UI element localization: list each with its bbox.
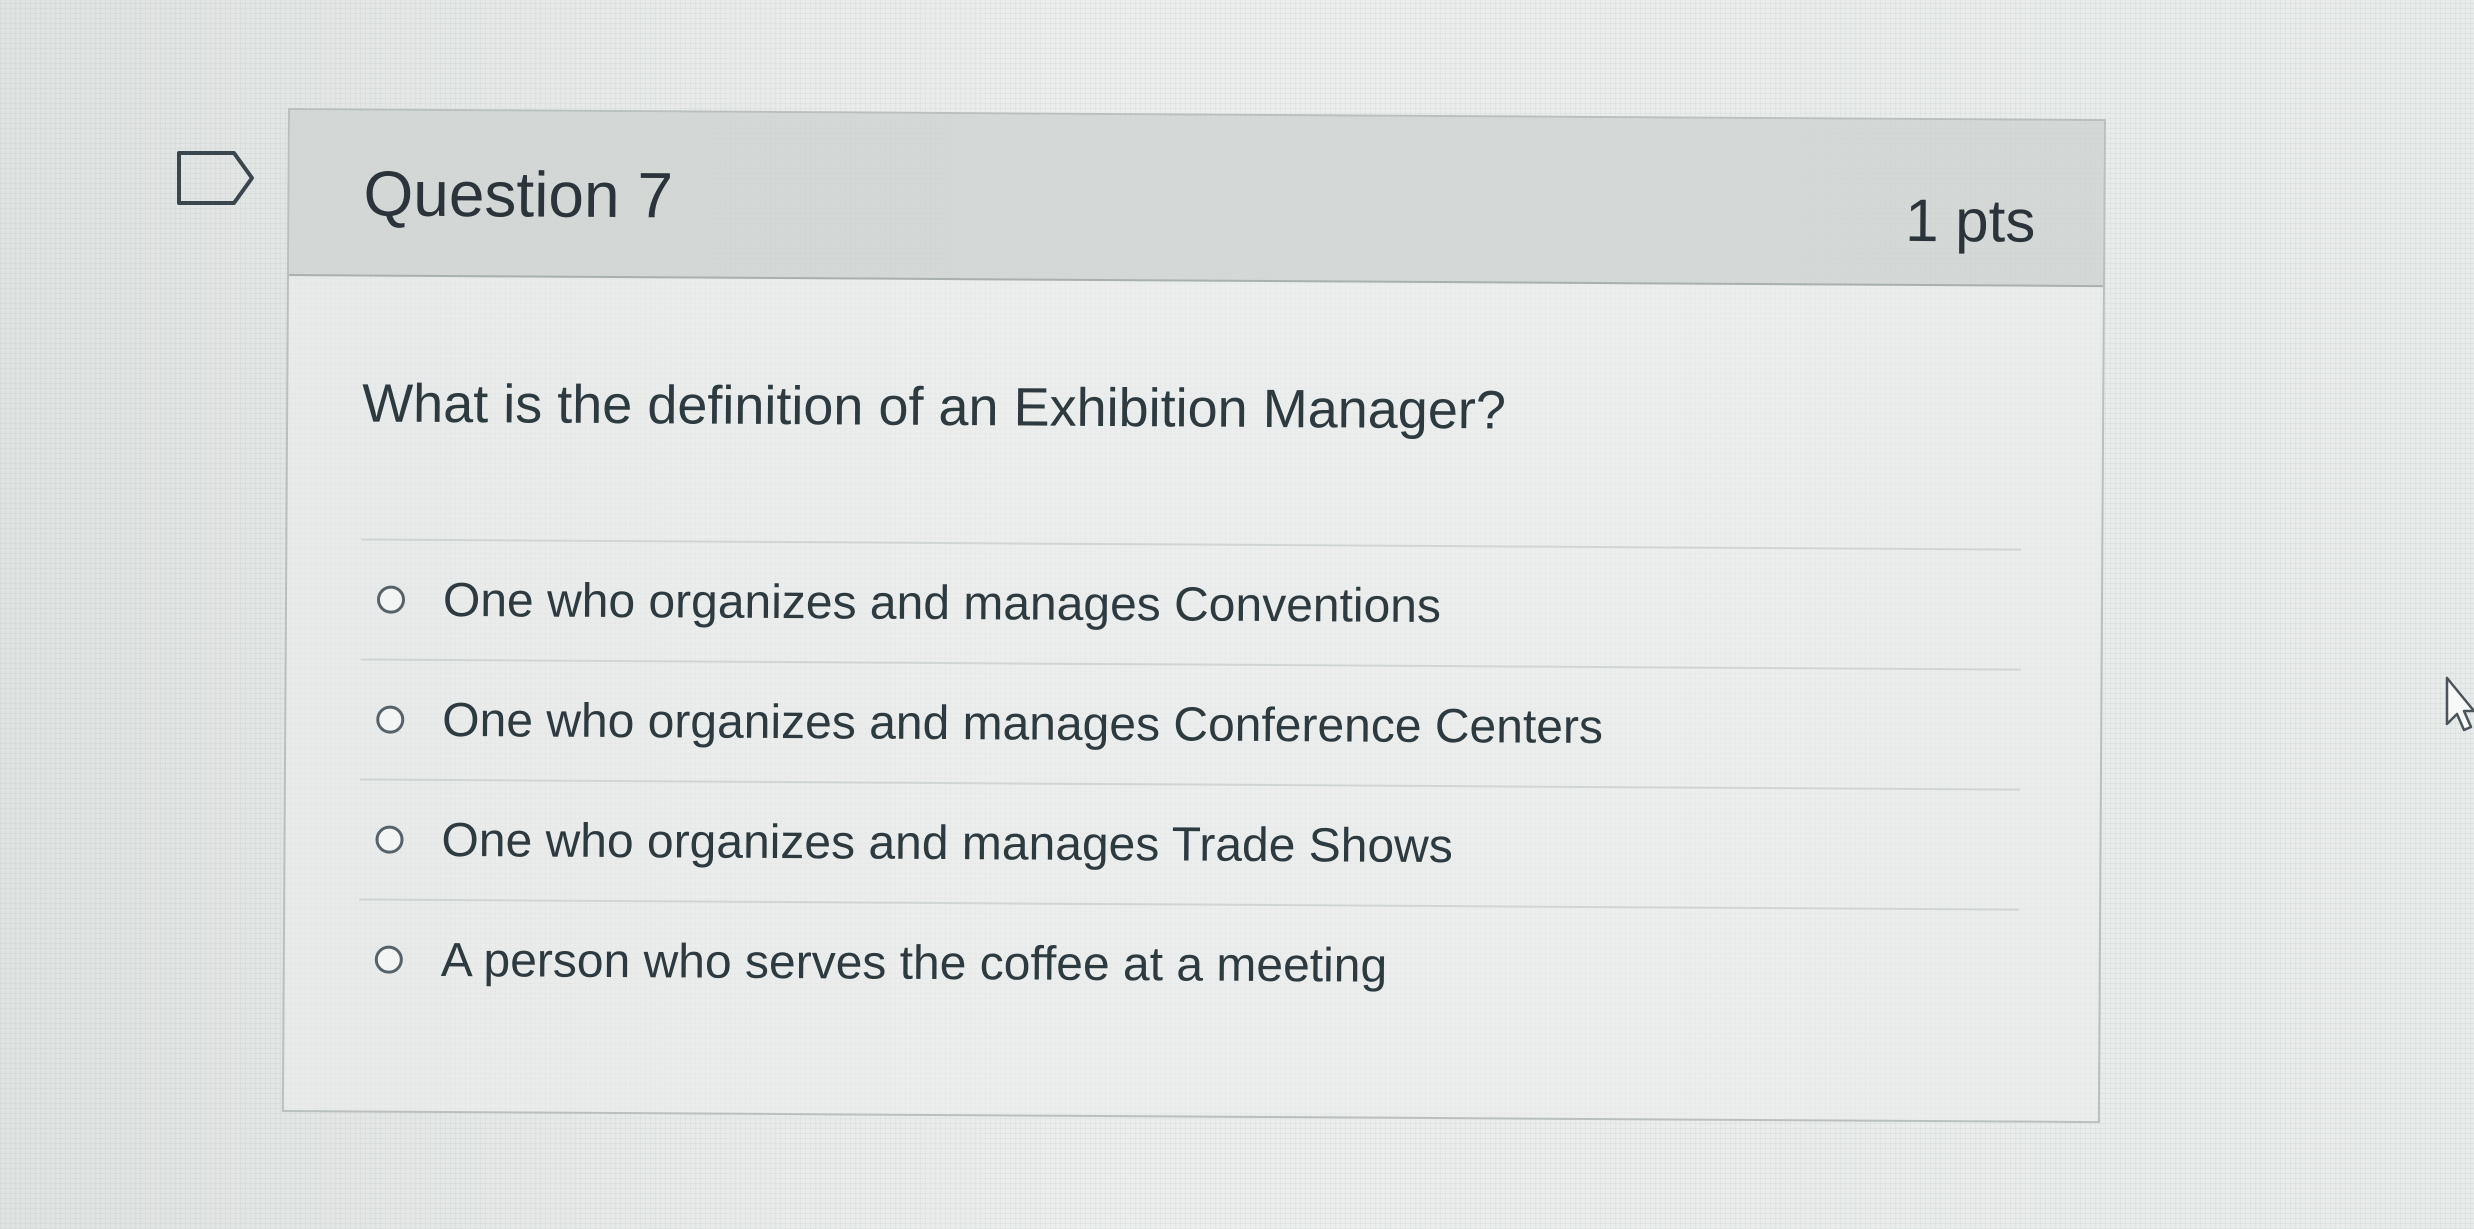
- question-text: What is the definition of an Exhibition …: [362, 373, 1507, 441]
- answer-option[interactable]: A person who serves the coffee at a meet…: [358, 900, 2019, 1028]
- answer-option[interactable]: One who organizes and manages Convention…: [360, 540, 2022, 671]
- answer-label[interactable]: A person who serves the coffee at a meet…: [441, 932, 1388, 993]
- question-points: 1 pts: [1905, 186, 2036, 255]
- answer-list: One who organizes and manages Convention…: [358, 538, 2022, 1029]
- answer-label[interactable]: One who organizes and manages Trade Show…: [441, 812, 1453, 873]
- answer-label[interactable]: One who organizes and manages Convention…: [443, 572, 1441, 633]
- question-header: Question 7 1 pts: [288, 110, 2104, 288]
- radio-button-icon[interactable]: [376, 705, 405, 734]
- radio-button-icon[interactable]: [375, 825, 404, 854]
- question-card: Question 7 1 pts What is the definition …: [281, 108, 2106, 1124]
- radio-button-icon[interactable]: [374, 945, 403, 974]
- question-title: Question 7: [363, 157, 674, 232]
- mouse-pointer-icon: [2445, 676, 2474, 732]
- answer-option[interactable]: One who organizes and manages Conference…: [359, 660, 2021, 791]
- radio-button-icon[interactable]: [376, 585, 406, 614]
- flag-question-icon[interactable]: [176, 148, 256, 208]
- answer-label[interactable]: One who organizes and manages Conference…: [442, 692, 1603, 754]
- answer-option[interactable]: One who organizes and manages Trade Show…: [359, 780, 2020, 911]
